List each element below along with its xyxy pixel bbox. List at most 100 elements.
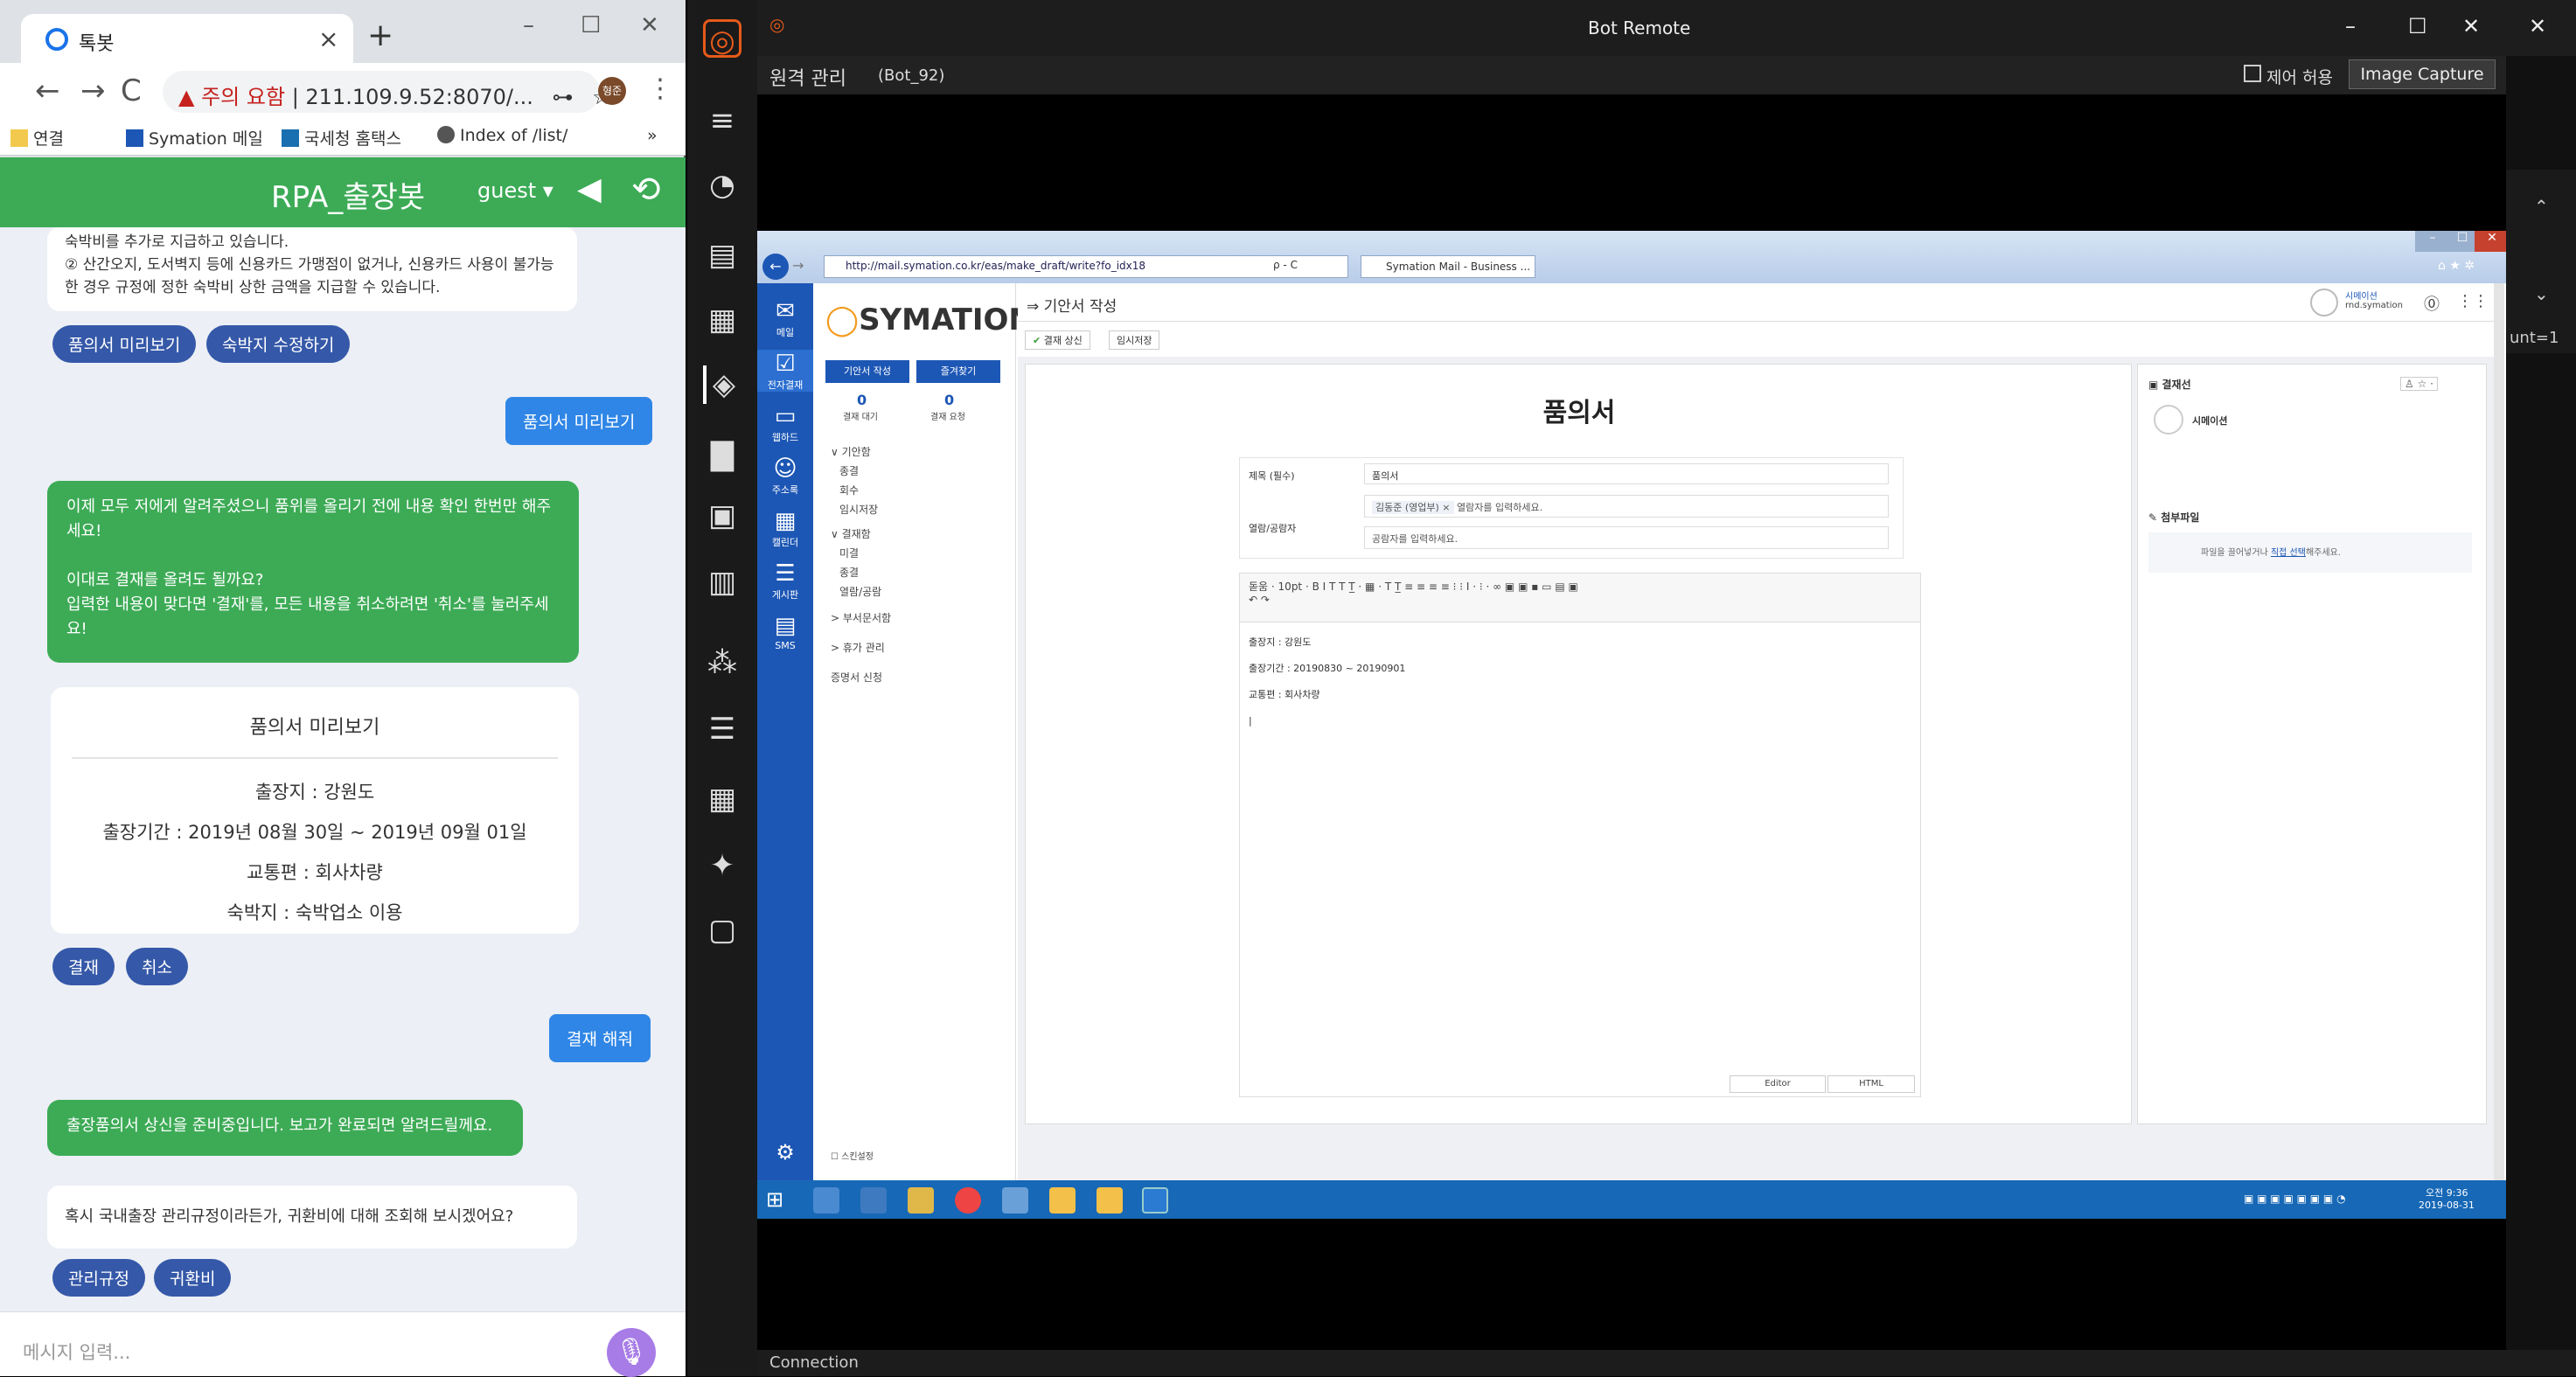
font-select[interactable]: 돋움 xyxy=(1249,581,1268,593)
minimize-button[interactable]: – xyxy=(2345,14,2356,38)
remote-screen[interactable]: ← → http://mail.symation.co.kr/eas/make_… xyxy=(757,231,2506,1219)
ie-address-bar[interactable]: http://mail.symation.co.kr/eas/make_draf… xyxy=(824,255,1348,278)
settings-gear-icon[interactable]: ⚙ xyxy=(757,1140,813,1165)
powershell-icon[interactable] xyxy=(860,1187,887,1214)
request-count[interactable]: 0 xyxy=(944,392,954,408)
home-star-gear-icons[interactable]: ⌂ ★ ✲ xyxy=(2438,259,2475,273)
layers-icon[interactable]: ◈ xyxy=(703,365,741,404)
key-icon[interactable]: ⊶ xyxy=(553,85,574,109)
close-button[interactable]: ✕ xyxy=(2475,231,2506,252)
chrome-icon[interactable] xyxy=(955,1187,981,1214)
menu-item[interactable]: 회수 xyxy=(839,483,859,497)
attachment-dropzone[interactable]: 파일을 끌어넣거나 직접 선택해주세요. xyxy=(2148,532,2472,573)
menu-item[interactable]: 종결 xyxy=(839,565,859,580)
bot-server-icon[interactable]: ▤ xyxy=(703,236,741,275)
regulation-button[interactable]: 관리규정 xyxy=(52,1259,145,1297)
control-checkbox[interactable] xyxy=(2244,65,2261,82)
network-icon[interactable]: ✦ xyxy=(703,846,741,885)
forward-arrow-icon[interactable]: → xyxy=(792,257,804,274)
forward-arrow-icon[interactable]: → xyxy=(80,73,106,108)
apps-grid-icon[interactable]: ⋮⋮ xyxy=(2457,292,2489,310)
html-tab[interactable]: HTML xyxy=(1828,1075,1915,1093)
calendar-icon[interactable]: ▦ xyxy=(703,780,741,818)
log-icon[interactable]: ▥ xyxy=(703,563,741,602)
minimize-button[interactable]: – xyxy=(523,12,534,38)
back-arrow-icon[interactable]: ← xyxy=(762,254,789,280)
address-bar[interactable]: ▲ 주의 요함 | 211.109.9.52:8070/... ⊶ ☆ xyxy=(163,71,611,113)
user-dropdown[interactable]: guest ▾ xyxy=(477,178,553,203)
menu-approval-box[interactable]: ∨ 결재함 xyxy=(831,526,871,541)
format-icons[interactable]: B I T T T̲ · ▦ · T T̲ ≡ ≡ ≡ ≡ ⁝ ⁝ I · ⁝ … xyxy=(1312,581,1578,593)
reload-icon[interactable]: C xyxy=(121,73,142,108)
nav-contacts[interactable]: ☺ 주소록 xyxy=(757,455,813,497)
reader-tag[interactable]: 김동준 (영업부) × xyxy=(1372,501,1454,514)
write-draft-button[interactable]: 기안서 작성 xyxy=(825,360,909,383)
outer-close-button[interactable]: ✕ xyxy=(2529,14,2546,38)
preview-button[interactable]: 품의서 미리보기 xyxy=(52,325,197,363)
document-icon[interactable]: ☰ xyxy=(703,710,741,748)
menu-item[interactable]: 종결 xyxy=(839,463,859,478)
reader-input[interactable]: 김동준 (영업부) × 열람자를 입력하세요. xyxy=(1364,495,1889,518)
menu-certificate[interactable]: 증명서 신청 xyxy=(831,670,882,685)
bookmark-index[interactable]: Index of /list/ xyxy=(437,126,567,145)
system-tray-icons[interactable]: ▣ ▣ ▣ ▣ ▣ ▣ ▣ ◔ xyxy=(2244,1193,2346,1205)
back-arrow-icon[interactable]: ← xyxy=(35,73,60,108)
internet-explorer-icon[interactable] xyxy=(1142,1187,1168,1214)
select-file-link[interactable]: 직접 선택 xyxy=(2271,548,2306,558)
bot-agent-2-icon[interactable] xyxy=(1097,1187,1123,1214)
nav-calendar[interactable]: ▦ 캘린더 xyxy=(757,507,813,549)
speaker-icon[interactable]: ◀ xyxy=(577,171,602,207)
bookmark-apps[interactable]: 연결 xyxy=(10,126,64,150)
menu-leave[interactable]: > 휴가 관리 xyxy=(831,640,885,655)
monitor-icon[interactable]: ▣ xyxy=(703,497,741,535)
pending-count[interactable]: 0 xyxy=(857,392,867,408)
approval-line-tools[interactable]: ♙ ☆ · xyxy=(2400,377,2438,391)
chevron-down-icon[interactable]: ⌄ xyxy=(2534,283,2549,304)
maximize-button[interactable]: ☐ xyxy=(2408,14,2427,38)
editor-content[interactable]: 출장지 : 강원도 출장기간 : 20190830 ~ 20190901 교통편… xyxy=(1249,629,1405,734)
schedule-icon[interactable]: ▦ xyxy=(703,301,741,339)
browser-tab[interactable]: 톡봇 × xyxy=(21,14,353,63)
avatar[interactable] xyxy=(2310,289,2338,316)
nav-mail[interactable]: ✉ 메일 xyxy=(757,297,813,339)
ie-tab[interactable]: Symation Mail - Business ... xyxy=(1361,255,1535,278)
message-input[interactable]: 메시지 입력... xyxy=(23,1339,130,1365)
notepad-icon[interactable] xyxy=(1002,1187,1028,1214)
workflow-icon[interactable]: ⁂ xyxy=(703,643,741,682)
submit-approval-button[interactable]: ✔ 결재 상신 xyxy=(1025,330,1090,350)
bookmark-hometax[interactable]: 국세청 홈택스 xyxy=(282,126,401,150)
nav-board[interactable]: ☰ 게시판 xyxy=(757,560,813,602)
return-cost-button[interactable]: 귀환비 xyxy=(154,1259,232,1297)
page-scrollbar[interactable] xyxy=(2494,283,2504,1180)
viewer-input[interactable]: 공람자를 입력하세요. xyxy=(1364,526,1889,549)
skin-settings[interactable]: ☐ 스킨설정 xyxy=(831,1149,874,1162)
close-window-button[interactable]: ✕ xyxy=(640,12,659,38)
subject-input[interactable]: 품의서 xyxy=(1364,463,1889,484)
new-tab-button[interactable]: + xyxy=(367,17,393,53)
menu-draft-box[interactable]: ∨ 기안함 xyxy=(831,444,871,459)
size-select[interactable]: 10pt xyxy=(1278,581,1303,593)
save-draft-button[interactable]: 임시저장 xyxy=(1109,330,1160,350)
bookmarks-more-button[interactable]: » xyxy=(647,126,658,145)
statistics-chart-icon[interactable]: ▇ xyxy=(703,435,741,474)
maximize-button[interactable]: ☐ xyxy=(581,12,601,38)
server-manager-icon[interactable] xyxy=(813,1187,839,1214)
explorer-folder-icon[interactable] xyxy=(908,1187,934,1214)
approve-button[interactable]: 결재 xyxy=(52,948,115,985)
favorites-button[interactable]: 즐겨찾기 xyxy=(916,360,1000,383)
remote-scrollbar[interactable]: ⌃ ⌄ unt=1 xyxy=(2506,56,2576,1376)
nav-sms[interactable]: ▤ SMS xyxy=(757,612,813,651)
start-windows-icon[interactable]: ⊞ xyxy=(766,1187,792,1214)
undo-redo-icons[interactable]: ↶ ↷ xyxy=(1249,594,1270,606)
hamburger-menu-icon[interactable]: ≡ xyxy=(703,101,741,140)
profile-avatar[interactable]: 형준 xyxy=(598,77,626,105)
search-refresh-icon[interactable]: ρ - C xyxy=(1273,259,1298,271)
tab-close-icon[interactable]: × xyxy=(318,24,338,53)
microphone-icon[interactable]: 🎙 xyxy=(607,1328,656,1377)
cancel-button[interactable]: 취소 xyxy=(126,948,188,985)
edit-lodging-button[interactable]: 숙박지 수정하기 xyxy=(206,325,351,363)
editor-tab[interactable]: Editor xyxy=(1730,1075,1826,1093)
menu-item[interactable]: 미결 xyxy=(839,546,859,560)
settings-file-icon[interactable]: ▢ xyxy=(703,911,741,949)
nav-approval[interactable]: ☑ 전자결재 xyxy=(757,350,813,392)
